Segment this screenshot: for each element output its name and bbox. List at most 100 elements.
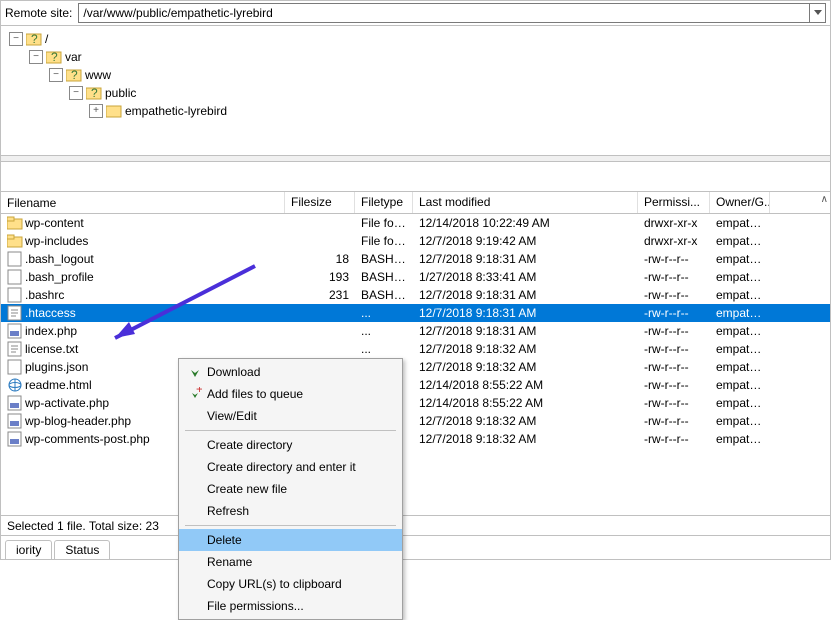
tab-priority[interactable]: iority [5,540,52,559]
chevron-down-icon [814,10,822,16]
file-name: license.txt [25,342,78,356]
file-icon [7,215,23,231]
cell-owner: empathe... [710,342,770,356]
remote-path-input[interactable] [78,3,810,23]
menu-create-directory-enter[interactable]: Create directory and enter it [179,456,402,478]
table-row[interactable]: license.txt...12/7/2018 9:18:32 AM-rw-r-… [1,340,830,358]
cell-type: BASH_L... [355,252,413,266]
menu-label: Refresh [207,504,249,518]
menu-label: Add files to queue [207,387,303,401]
cell-owner: empathe... [710,324,770,338]
table-row[interactable]: readme.html...12/14/2018 8:55:22 AM-rw-r… [1,376,830,394]
tree-leaf[interactable]: + empathetic-lyrebird [7,102,824,120]
cell-owner: empathe... [710,288,770,302]
table-row[interactable]: plugins.json...12/7/2018 9:18:32 AM-rw-r… [1,358,830,376]
cell-owner: empathe... [710,414,770,428]
col-filename[interactable]: Filename [1,192,285,213]
file-list-body[interactable]: wp-contentFile folder12/14/2018 10:22:49… [1,214,830,515]
table-row[interactable]: wp-blog-header.php...12/7/2018 9:18:32 A… [1,412,830,430]
menu-file-permissions[interactable]: File permissions... [179,595,402,617]
tree-label: public [105,86,136,100]
cell-modified: 12/14/2018 8:55:22 AM [413,378,638,392]
col-filesize[interactable]: Filesize [285,192,355,213]
tab-status[interactable]: Status [54,540,110,559]
path-dropdown-button[interactable] [810,3,826,23]
svg-text:+: + [196,387,202,396]
table-row[interactable]: wp-comments-post.php...12/7/2018 9:18:32… [1,430,830,448]
cell-owner: empathe... [710,252,770,266]
table-row[interactable]: .bash_logout18BASH_L...12/7/2018 9:18:31… [1,250,830,268]
file-name: wp-includes [25,234,88,248]
file-name: index.php [25,324,77,338]
menu-copy-url[interactable]: Copy URL(s) to clipboard [179,573,402,595]
table-row[interactable]: .bashrc231BASHRC...12/7/2018 9:18:31 AM-… [1,286,830,304]
cell-type: ... [355,324,413,338]
cell-modified: 1/27/2018 8:33:41 AM [413,270,638,284]
status-text: Selected 1 file. Total size: 23 [7,519,159,533]
menu-rename[interactable]: Rename [179,551,402,573]
file-icon [7,413,23,429]
cell-modified: 12/7/2018 9:18:32 AM [413,414,638,428]
cell-permissions: -rw-r--r-- [638,432,710,446]
cell-owner: empathe... [710,306,770,320]
menu-label: Copy URL(s) to clipboard [207,577,342,591]
menu-view-edit[interactable]: View/Edit [179,405,402,427]
cell-permissions: -rw-r--r-- [638,306,710,320]
remote-site-label: Remote site: [5,6,72,20]
menu-delete[interactable]: Delete [179,529,402,551]
path-row: Remote site: [1,1,830,26]
table-row[interactable]: .bash_profile193BASH_P...1/27/2018 8:33:… [1,268,830,286]
cell-modified: 12/7/2018 9:18:31 AM [413,288,638,302]
add-queue-icon: + [183,383,207,405]
col-filetype[interactable]: Filetype [355,192,413,213]
menu-download[interactable]: Download [179,361,402,383]
cell-permissions: -rw-r--r-- [638,396,710,410]
cell-owner: empathe... [710,432,770,446]
svg-text:?: ? [31,32,38,46]
tree-root[interactable]: − ? / [7,30,824,48]
col-owner[interactable]: Owner/G... [710,192,770,213]
table-row[interactable]: wp-contentFile folder12/14/2018 10:22:49… [1,214,830,232]
cell-permissions: -rw-r--r-- [638,270,710,284]
svg-text:?: ? [91,86,98,100]
cell-owner: empathe... [710,216,770,230]
table-row[interactable]: index.php...12/7/2018 9:18:31 AM-rw-r--r… [1,322,830,340]
tree-var[interactable]: − ? var [7,48,824,66]
menu-create-file[interactable]: Create new file [179,478,402,500]
cell-name: .bashrc [1,287,285,303]
cell-type: File folder [355,216,413,230]
file-name: plugins.json [25,360,88,374]
cell-modified: 12/7/2018 9:18:31 AM [413,306,638,320]
cell-owner: empathe... [710,360,770,374]
table-row[interactable]: .htaccess...12/7/2018 9:18:31 AM-rw-r--r… [1,304,830,322]
tree-label: empathetic-lyrebird [125,104,227,118]
menu-add-queue[interactable]: + Add files to queue [179,383,402,405]
tree-www[interactable]: − ? www [7,66,824,84]
file-icon [7,323,23,339]
menu-create-directory[interactable]: Create directory [179,434,402,456]
cell-permissions: -rw-r--r-- [638,378,710,392]
file-header: Filename Filesize Filetype Last modified… [1,192,830,214]
cell-name: wp-content [1,215,285,231]
cell-name: .htaccess [1,305,285,321]
scroll-up-icon[interactable]: ∧ [821,194,828,205]
menu-label: Create new file [207,482,287,496]
col-permissions[interactable]: Permissi... [638,192,710,213]
collapse-icon[interactable]: − [49,68,63,82]
col-modified[interactable]: Last modified [413,192,638,213]
collapse-icon[interactable]: − [9,32,23,46]
menu-refresh[interactable]: Refresh [179,500,402,522]
cell-type: BASH_P... [355,270,413,284]
file-name: .bash_profile [25,270,94,284]
folder-unknown-icon: ? [26,31,42,47]
cell-permissions: -rw-r--r-- [638,324,710,338]
collapse-icon[interactable]: − [69,86,83,100]
tree-public[interactable]: − ? public [7,84,824,102]
collapse-icon[interactable]: − [29,50,43,64]
table-row[interactable]: wp-activate.php...12/14/2018 8:55:22 AM-… [1,394,830,412]
directory-tree[interactable]: − ? / − ? var − ? www − ? public + empat… [1,26,830,156]
table-row[interactable]: wp-includesFile folder12/7/2018 9:19:42 … [1,232,830,250]
status-bar: Selected 1 file. Total size: 23 [1,515,830,535]
expand-icon[interactable]: + [89,104,103,118]
menu-label: Create directory and enter it [207,460,356,474]
